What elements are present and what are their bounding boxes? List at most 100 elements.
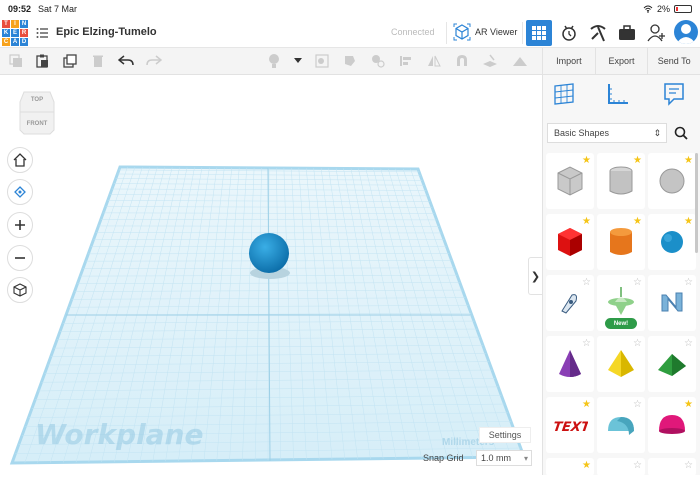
- ungroup-button[interactable]: [370, 53, 386, 69]
- shape-tile-sphere[interactable]: ★: [648, 214, 696, 270]
- fit-view-icon: [14, 186, 26, 198]
- chevron-right-icon: ❯: [530, 270, 541, 283]
- star-outline-icon[interactable]: ☆: [633, 460, 642, 471]
- project-title[interactable]: Epic Elzing-Tumelo: [56, 26, 157, 38]
- search-button[interactable]: [671, 123, 691, 143]
- star-outline-icon[interactable]: ☆: [684, 277, 693, 288]
- copy-button[interactable]: [8, 53, 24, 69]
- trash-icon: [93, 55, 103, 67]
- star-outline-icon[interactable]: ☆: [684, 338, 693, 349]
- avatar[interactable]: [674, 20, 698, 44]
- star-outline-icon[interactable]: ☆: [633, 399, 642, 410]
- star-outline-icon[interactable]: ☆: [684, 460, 693, 471]
- import-button[interactable]: Import: [542, 48, 595, 74]
- logo-letter: K: [2, 29, 10, 37]
- workplane-tool-button[interactable]: [482, 53, 498, 69]
- show-all-button[interactable]: [314, 53, 330, 69]
- shape-tile-cylinder[interactable]: ★: [597, 214, 645, 270]
- star-outline-icon[interactable]: ☆: [582, 338, 591, 349]
- star-filled-icon[interactable]: ★: [684, 216, 693, 227]
- shape-tile-box[interactable]: ★: [546, 214, 594, 270]
- status-right: 2%: [643, 4, 692, 14]
- 3d-design-view-button[interactable]: [526, 20, 552, 46]
- star-outline-icon[interactable]: ☆: [633, 338, 642, 349]
- add-user-button[interactable]: [646, 22, 668, 44]
- undo-icon: [118, 55, 134, 66]
- shape-tile-pyramid[interactable]: ☆: [597, 336, 645, 392]
- design-canvas[interactable]: TOP FRONT Workplane Millimeters Settings…: [0, 75, 542, 475]
- projection-button[interactable]: [7, 277, 33, 303]
- zoom-in-button[interactable]: [7, 212, 33, 238]
- ruler-panel-button[interactable]: [605, 81, 631, 107]
- star-filled-icon[interactable]: ★: [633, 155, 642, 166]
- shape-tile-row6-b[interactable]: ☆: [597, 458, 645, 476]
- shape-tile-row6-a[interactable]: ★: [546, 458, 594, 476]
- ruler-button[interactable]: [512, 53, 528, 69]
- star-filled-icon[interactable]: ★: [582, 216, 591, 227]
- date: Sat 7 Mar: [38, 4, 78, 14]
- shape-tile-half-cylinder[interactable]: ☆: [597, 397, 645, 453]
- notes-panel-button[interactable]: [661, 81, 687, 107]
- shape-box-hole-icon: [557, 166, 583, 196]
- export-button[interactable]: Export: [594, 48, 648, 74]
- shape-tile-roof[interactable]: ☆: [648, 336, 696, 392]
- viewcube-front-label[interactable]: FRONT: [18, 121, 56, 127]
- sphere-shape[interactable]: [240, 227, 300, 287]
- shape-tile-text[interactable]: TEXT ★: [546, 397, 594, 453]
- shape-tile-cylinder-hole[interactable]: ★: [597, 153, 645, 209]
- panel-collapse-button[interactable]: ❯: [528, 257, 542, 295]
- redo-icon: [146, 55, 162, 66]
- lesson-button[interactable]: [587, 22, 609, 44]
- cruise-button[interactable]: [454, 53, 470, 69]
- notes-button[interactable]: [266, 53, 282, 69]
- settings-button[interactable]: Settings: [479, 427, 531, 443]
- panel-scrollbar[interactable]: [695, 153, 698, 253]
- ar-viewer-button[interactable]: AR Viewer: [453, 23, 517, 41]
- svg-text:TEXT: TEXT: [552, 420, 588, 435]
- star-filled-icon[interactable]: ★: [684, 399, 693, 410]
- send-to-button[interactable]: Send To: [647, 48, 700, 74]
- star-outline-icon[interactable]: ☆: [633, 277, 642, 288]
- redo-button[interactable]: [146, 53, 162, 69]
- star-outline-icon[interactable]: ☆: [582, 277, 591, 288]
- shape-tile-text-letter-n[interactable]: ☆: [648, 275, 696, 331]
- home-view-button[interactable]: [7, 147, 33, 173]
- paste-icon: [36, 54, 48, 68]
- star-filled-icon[interactable]: ★: [582, 399, 591, 410]
- grid-panel-button[interactable]: [551, 81, 577, 107]
- shape-tile-box-hole[interactable]: ★: [546, 153, 594, 209]
- zoom-out-button[interactable]: [7, 245, 33, 271]
- caret-down-icon: [294, 58, 302, 63]
- star-filled-icon[interactable]: ★: [684, 155, 693, 166]
- notes-dropdown[interactable]: [290, 53, 306, 69]
- star-filled-icon[interactable]: ★: [582, 155, 591, 166]
- duplicate-button[interactable]: [62, 53, 78, 69]
- list-menu-icon[interactable]: [36, 27, 48, 39]
- plus-icon: [15, 220, 25, 230]
- shape-tile-sphere-hole[interactable]: ★: [648, 153, 696, 209]
- undo-button[interactable]: [118, 53, 134, 69]
- fit-view-button[interactable]: [7, 179, 33, 205]
- briefcase-button[interactable]: [616, 22, 638, 44]
- edit-toolbar: [0, 48, 542, 75]
- delete-button[interactable]: [90, 53, 106, 69]
- tinkercad-logo[interactable]: TIN KER CAD: [2, 20, 28, 46]
- star-filled-icon[interactable]: ★: [582, 460, 591, 471]
- shape-tile-half-sphere[interactable]: ★: [648, 397, 696, 453]
- shape-tile-cone[interactable]: ☆: [546, 336, 594, 392]
- shape-tile-ufo-new[interactable]: ☆ New!: [597, 275, 645, 331]
- mirror-button[interactable]: [426, 53, 442, 69]
- shape-category-select[interactable]: Basic Shapes: [547, 123, 667, 143]
- shape-roof-icon: [658, 354, 686, 376]
- shape-tile-row6-c[interactable]: ☆: [648, 458, 696, 476]
- group-button[interactable]: [342, 53, 358, 69]
- star-filled-icon[interactable]: ★: [633, 216, 642, 227]
- view-cube[interactable]: TOP FRONT: [18, 90, 56, 136]
- wifi-icon: [643, 5, 653, 13]
- viewcube-top-label[interactable]: TOP: [18, 97, 56, 103]
- blocks-button[interactable]: [558, 22, 580, 44]
- align-button[interactable]: [398, 53, 414, 69]
- paste-button[interactable]: [34, 53, 50, 69]
- shape-tile-scribble[interactable]: ☆: [546, 275, 594, 331]
- snap-grid-select[interactable]: 1.0 mm: [476, 450, 532, 466]
